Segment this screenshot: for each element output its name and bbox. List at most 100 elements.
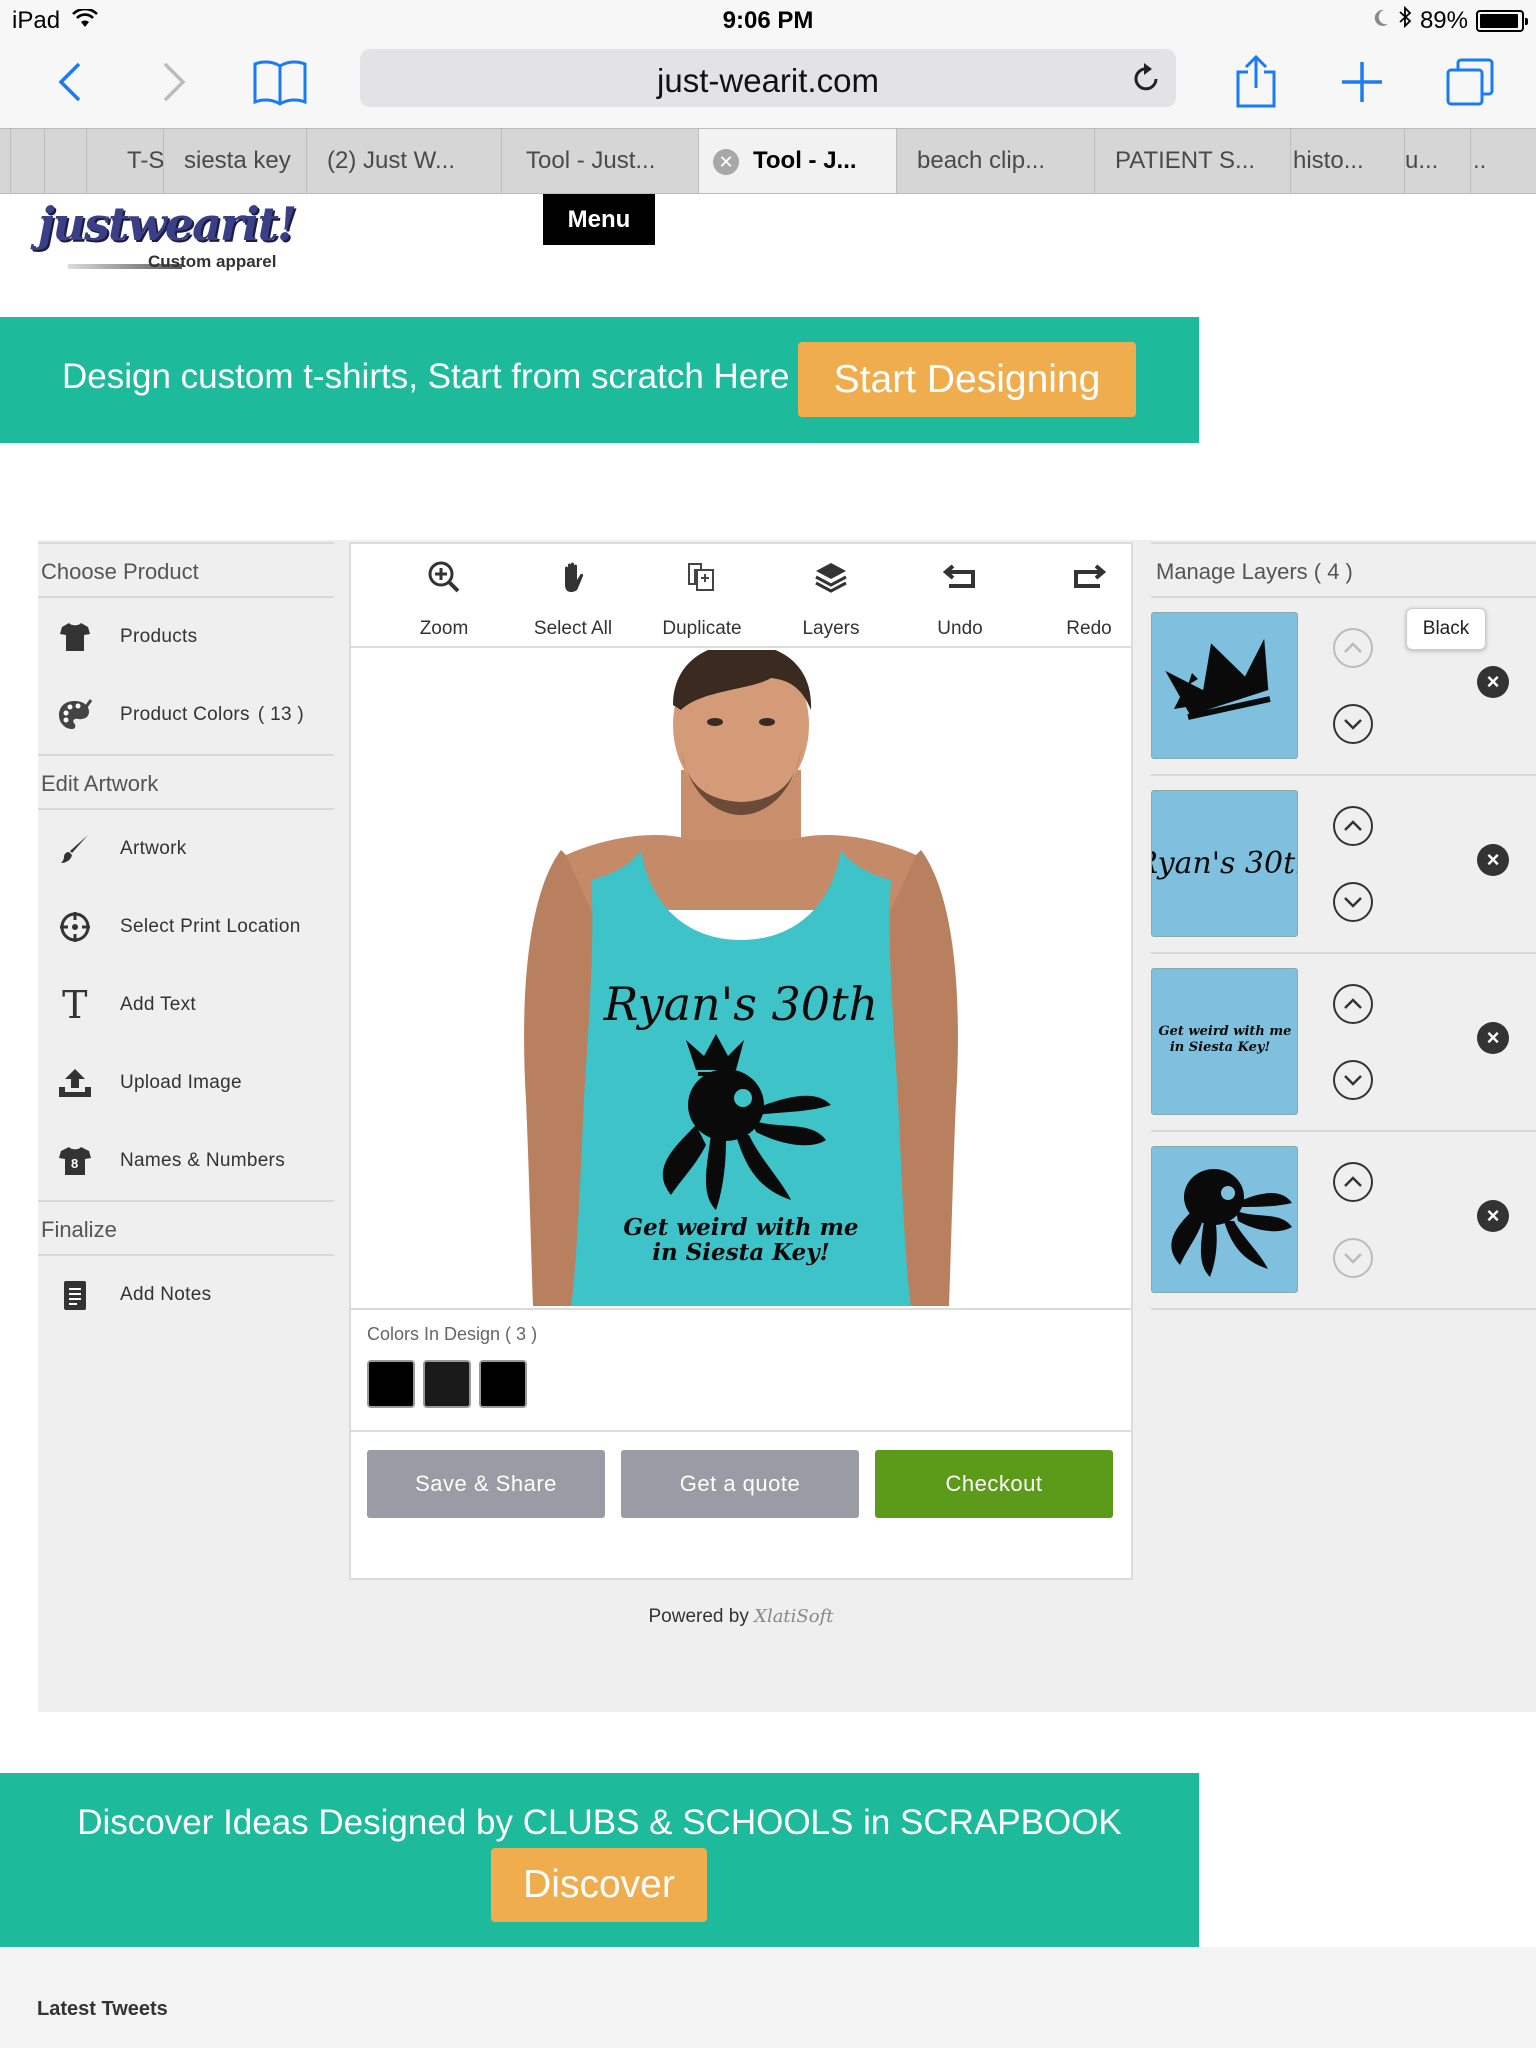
logo-wordmark: justwearit! [38,197,297,251]
powered-by-brand[interactable]: XlatiSoft [754,1606,833,1627]
product-colors-count: ( 13 ) [257,704,305,725]
move-up-icon[interactable] [1333,628,1373,668]
menu-button[interactable]: Menu [543,194,655,245]
tab-stub[interactable] [44,129,86,193]
color-swatch[interactable] [367,1360,415,1408]
colors-in-design-title: Colors In Design ( 3 ) [367,1324,538,1344]
move-down-icon[interactable] [1333,1238,1373,1278]
status-bar: iPad 9:06 PM 89% [0,0,1536,40]
move-up-icon[interactable] [1333,1162,1373,1202]
redo-icon [1074,564,1106,588]
color-tooltip: Black [1406,608,1486,650]
svg-text:8: 8 [71,1156,79,1171]
zoom-label: Zoom [419,618,469,639]
site-logo[interactable]: justwearit! Custom apparel [38,198,300,278]
design-canvas[interactable]: Ryan's 30th Get weird with me in Siesta … [351,650,1131,1306]
sidebar-item-add-text[interactable]: T Add Text [38,966,334,1044]
sidebar-item-product-colors[interactable]: Product Colors ( 13 ) [38,676,334,754]
tab-active[interactable]: ✕ Tool - J... [698,129,896,193]
colors-in-design: Colors In Design ( 3 ) [351,1308,1131,1432]
delete-layer-icon[interactable]: × [1477,1022,1509,1054]
sidebar-item-label: Products [120,626,198,647]
duplicate-label: Duplicate [662,618,742,639]
sidebar-item-label: Add Text [120,994,196,1015]
zoom-button[interactable]: Zoom [379,544,509,648]
moon-icon [1372,7,1390,35]
sidebar-item-add-notes[interactable]: Add Notes [38,1256,334,1334]
battery-icon [1476,9,1528,32]
tab[interactable]: siesta key [163,129,309,193]
sidebar-item-artwork[interactable]: Artwork [38,810,334,888]
powered-by-label: Powered by [648,1606,749,1627]
design-banner: Design custom t-shirts, Start from scrat… [0,317,1199,443]
jersey-icon: 8 [56,1142,94,1180]
crosshair-icon [56,908,94,946]
start-designing-button[interactable]: Start Designing [798,342,1136,417]
back-icon[interactable] [38,50,102,114]
close-tab-icon[interactable]: ✕ [713,148,739,175]
forward-icon[interactable] [142,50,206,114]
sidebar-item-label: Add Notes [120,1284,212,1305]
tab[interactable]: beach clip... [896,129,1094,193]
color-swatch[interactable] [479,1360,527,1408]
delete-layer-icon[interactable]: × [1477,844,1509,876]
share-icon[interactable] [1224,50,1288,114]
undo-label: Undo [937,618,983,639]
bluetooth-icon [1398,5,1412,35]
layer-thumbnail[interactable] [1151,1146,1298,1293]
address-bar[interactable]: just-wearit.com [360,49,1176,107]
duplicate-button[interactable]: Duplicate [637,544,767,648]
section-edit-artwork: Edit Artwork [38,754,334,810]
logo-tagline: Custom apparel [148,252,277,271]
text-icon: T [62,983,88,1027]
tab[interactable]: (2) Just W... [306,129,502,193]
tab[interactable]: u... [1404,129,1470,193]
sidebar-item-upload-image[interactable]: Upload Image [38,1044,334,1122]
layer-text-preview: in Siesta Key! [1170,1040,1270,1055]
move-up-icon[interactable] [1333,984,1373,1024]
tab[interactable]: PATIENT S... [1094,129,1290,193]
move-up-icon[interactable] [1333,806,1373,846]
tab[interactable]: Tool - Just... [501,129,699,193]
zoom-icon [428,561,460,593]
tabs-overview-icon[interactable] [1438,50,1502,114]
sidebar-item-names-numbers[interactable]: 8 Names & Numbers [38,1122,334,1200]
layer-row[interactable]: Ryan's 30th × [1151,776,1536,954]
move-down-icon[interactable] [1333,1060,1373,1100]
sidebar-item-products[interactable]: Products [38,598,334,676]
discover-button[interactable]: Discover [491,1848,707,1922]
tshirt-icon [56,618,94,656]
layers-button[interactable]: Layers [766,544,896,648]
sidebar-item-label: Names & Numbers [120,1150,285,1171]
tab-title: Tool - J... [753,147,857,174]
url-text: just-wearit.com [657,62,879,99]
layer-thumbnail[interactable] [1151,612,1298,759]
layer-row[interactable]: × [1151,1132,1536,1310]
delete-layer-icon[interactable]: × [1477,1200,1509,1232]
sidebar-item-label: Select Print Location [120,916,301,937]
save-share-button[interactable]: Save & Share [367,1450,605,1518]
octopus-icon [1171,1169,1292,1277]
get-quote-button[interactable]: Get a quote [621,1450,859,1518]
move-down-icon[interactable] [1333,704,1373,744]
sidebar-item-print-location[interactable]: Select Print Location [38,888,334,966]
layer-row[interactable]: Get weird with me in Siesta Key! × [1151,954,1536,1132]
design-toolbar: Zoom Select All Duplicate Layers Undo Re… [351,544,1131,648]
color-swatch[interactable] [423,1360,471,1408]
move-down-icon[interactable] [1333,882,1373,922]
select-all-button[interactable]: Select All [508,544,638,648]
bookmarks-icon[interactable] [248,50,312,114]
reload-icon[interactable] [1130,61,1162,100]
layer-thumbnail[interactable]: Ryan's 30th [1151,790,1298,937]
tab-stub[interactable] [10,129,44,193]
tab[interactable]: .. [1470,129,1536,193]
layer-thumbnail[interactable]: Get weird with me in Siesta Key! [1151,968,1298,1115]
checkout-button[interactable]: Checkout [875,1450,1113,1518]
undo-button[interactable]: Undo [895,544,1025,648]
redo-button[interactable]: Redo [1024,544,1154,648]
new-tab-icon[interactable] [1330,50,1394,114]
tab[interactable]: histo... [1290,129,1404,193]
delete-layer-icon[interactable]: × [1477,666,1509,698]
notes-icon [56,1276,94,1314]
duplicate-icon [688,563,714,591]
